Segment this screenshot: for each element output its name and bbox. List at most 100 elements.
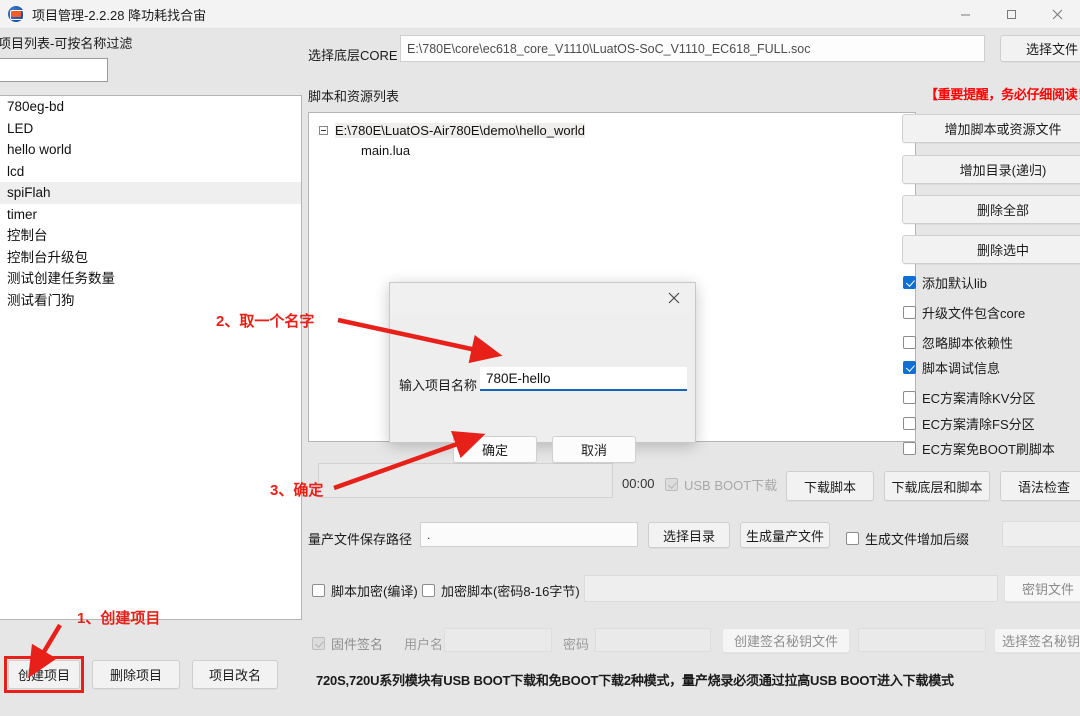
project-list[interactable]: 780eg-bd LED hello world lcd spiFlah tim… — [0, 95, 302, 620]
project-filter-input[interactable] — [0, 58, 108, 82]
checkbox-add-file-suffix[interactable]: 生成文件增加后缀 — [846, 529, 969, 548]
checkbox-icon[interactable] — [903, 275, 916, 289]
checkbox-label: 加密脚本(密码8-16字节) — [441, 584, 580, 599]
window-controls — [942, 0, 1080, 28]
window-titlebar: 项目管理-2.2.28 降功耗找合宙 — [0, 0, 1080, 29]
list-item[interactable]: timer — [0, 204, 301, 226]
minimize-icon[interactable] — [942, 0, 988, 28]
list-item[interactable]: LED — [0, 118, 301, 140]
dialog-input-label: 输入项目名称 — [399, 378, 478, 393]
list-item[interactable]: 控制台 — [0, 225, 301, 247]
window-title: 项目管理-2.2.28 降功耗找合宙 — [32, 7, 207, 23]
project-action-buttons: 创建项目 删除项目 项目改名 — [0, 656, 306, 700]
rename-project-button[interactable]: 项目改名 — [192, 660, 278, 689]
dialog-close-icon[interactable] — [653, 283, 695, 313]
checkbox-icon[interactable] — [665, 478, 678, 491]
dialog-body: 输入项目名称 780E-hello 确定 取消 — [390, 313, 695, 463]
password-label: 密码 — [563, 637, 590, 652]
encryption-password-input[interactable] — [584, 575, 998, 602]
list-item[interactable]: 控制台升级包 — [0, 247, 301, 269]
checkbox-label: 添加默认lib — [922, 275, 988, 291]
checkbox-label: 脚本调试信息 — [922, 360, 1001, 376]
select-signature-key-button[interactable]: 选择签名秘钥文件 — [994, 628, 1080, 653]
username-label: 用户名 — [404, 637, 444, 652]
app-window: 项目管理-2.2.28 降功耗找合宙 项目列表-可按名称过滤 780eg-bd … — [0, 0, 1080, 716]
checkbox-icon[interactable] — [903, 390, 916, 404]
key-file-button[interactable]: 密钥文件 — [1004, 575, 1080, 602]
checkbox-clear-fs-partition[interactable]: EC方案清除FS分区 — [903, 413, 1035, 433]
arrow-1 — [28, 623, 62, 679]
checkbox-label: EC方案清除FS分区 — [922, 416, 1035, 432]
tree-root-label: E:\780E\LuatOS-Air780E\demo\hello_world — [335, 122, 586, 138]
checkbox-icon[interactable] — [903, 305, 916, 319]
download-script-button[interactable]: 下载脚本 — [786, 471, 874, 501]
annotation-2-label: 2、取一个名字 — [216, 313, 315, 330]
delete-project-button[interactable]: 删除项目 — [92, 660, 180, 689]
list-item[interactable]: 测试创建任务数量 — [0, 268, 301, 290]
annotation-3-label: 3、确定 — [270, 482, 324, 499]
collapse-icon[interactable] — [319, 125, 328, 135]
checkbox-icon[interactable] — [903, 416, 916, 430]
checkbox-bootless-flash-script[interactable]: EC方案免BOOT刷脚本 — [903, 438, 1055, 458]
tree-root-row[interactable]: E:\780E\LuatOS-Air780E\demo\hello_world — [319, 121, 915, 139]
checkbox-icon[interactable] — [312, 637, 325, 650]
dialog-titlebar — [390, 283, 695, 313]
mass-production-path-input[interactable]: . — [420, 522, 638, 547]
checkbox-clear-kv-partition[interactable]: EC方案清除KV分区 — [903, 387, 1035, 407]
list-item[interactable]: 测试看门狗 — [0, 290, 301, 312]
signature-key-path-input[interactable] — [858, 628, 986, 652]
suffix-input[interactable] — [1002, 521, 1080, 547]
choose-directory-button[interactable]: 选择目录 — [648, 522, 730, 548]
checkbox-include-core[interactable]: 升级文件包含core — [903, 302, 1025, 322]
list-item[interactable]: hello world — [0, 139, 301, 161]
checkbox-icon[interactable] — [903, 335, 916, 349]
checkbox-ignore-dependency[interactable]: 忽略脚本依赖性 — [903, 332, 1013, 352]
core-path-input[interactable]: E:\780E\core\ec618_core_V1110\LuatOS-SoC… — [400, 35, 985, 62]
checkbox-icon[interactable] — [422, 584, 435, 597]
project-name-input[interactable]: 780E-hello — [480, 367, 687, 391]
create-project-button[interactable]: 创建项目 — [8, 660, 80, 689]
list-item[interactable]: 780eg-bd — [0, 96, 301, 118]
download-core-and-script-button[interactable]: 下载底层和脚本 — [884, 471, 990, 501]
checkbox-icon[interactable] — [903, 441, 916, 455]
syntax-check-button[interactable]: 语法检查 — [1000, 471, 1080, 501]
core-label: 选择底层CORE — [308, 48, 398, 63]
list-item[interactable]: lcd — [0, 161, 301, 183]
checkbox-icon[interactable] — [312, 584, 325, 597]
checkbox-icon[interactable] — [846, 532, 859, 545]
delete-all-button[interactable]: 删除全部 — [902, 195, 1080, 224]
create-signature-key-button[interactable]: 创建签名秘钥文件 — [722, 628, 850, 653]
tree-child-item[interactable]: main.lua — [361, 143, 915, 158]
delete-selected-button[interactable]: 删除选中 — [902, 235, 1080, 264]
important-warning-text: 【重要提醒，务必仔细阅读！】 — [925, 87, 1080, 102]
checkbox-icon[interactable] — [903, 360, 916, 374]
annotation-1-label: 1、创建项目 — [77, 610, 161, 627]
progress-bar — [318, 463, 613, 498]
checkbox-firmware-signature[interactable]: 固件签名 — [312, 634, 383, 653]
choose-file-button[interactable]: 选择文件 — [1000, 35, 1080, 62]
checkbox-label: USB BOOT下载 — [684, 478, 778, 493]
password-input[interactable] — [595, 628, 711, 652]
checkbox-script-debug-info[interactable]: 脚本调试信息 — [903, 357, 1000, 377]
list-item[interactable]: spiFlah — [0, 182, 301, 204]
generate-mass-production-file-button[interactable]: 生成量产文件 — [740, 522, 830, 548]
checkbox-add-default-lib[interactable]: 添加默认lib — [903, 272, 987, 292]
checkbox-label: 升级文件包含core — [922, 305, 1026, 321]
footer-note: 720S,720U系列模块有USB BOOT下载和免BOOT下载2种模式，量产烧… — [316, 673, 954, 688]
checkbox-label: 生成文件增加后缀 — [865, 532, 970, 547]
mass-production-path-label: 量产文件保存路径 — [308, 532, 413, 547]
elapsed-timer: 00:00 — [622, 476, 655, 491]
username-input[interactable] — [444, 628, 552, 652]
checkbox-encrypt-script-password[interactable]: 加密脚本(密码8-16字节) — [422, 581, 580, 600]
checkbox-usb-boot-download[interactable]: USB BOOT下载 — [665, 475, 777, 494]
dialog-ok-button[interactable]: 确定 — [453, 436, 537, 463]
maximize-icon[interactable] — [988, 0, 1034, 28]
close-icon[interactable] — [1034, 0, 1080, 28]
add-directory-button[interactable]: 增加目录(递归) — [902, 155, 1080, 184]
checkbox-script-encrypt[interactable]: 脚本加密(编译) — [312, 581, 418, 600]
add-script-file-button[interactable]: 增加脚本或资源文件 — [902, 114, 1080, 143]
app-logo-icon — [8, 6, 24, 22]
dialog-cancel-button[interactable]: 取消 — [552, 436, 636, 463]
checkbox-label: 脚本加密(编译) — [331, 584, 418, 599]
project-list-label: 项目列表-可按名称过滤 — [0, 36, 133, 51]
